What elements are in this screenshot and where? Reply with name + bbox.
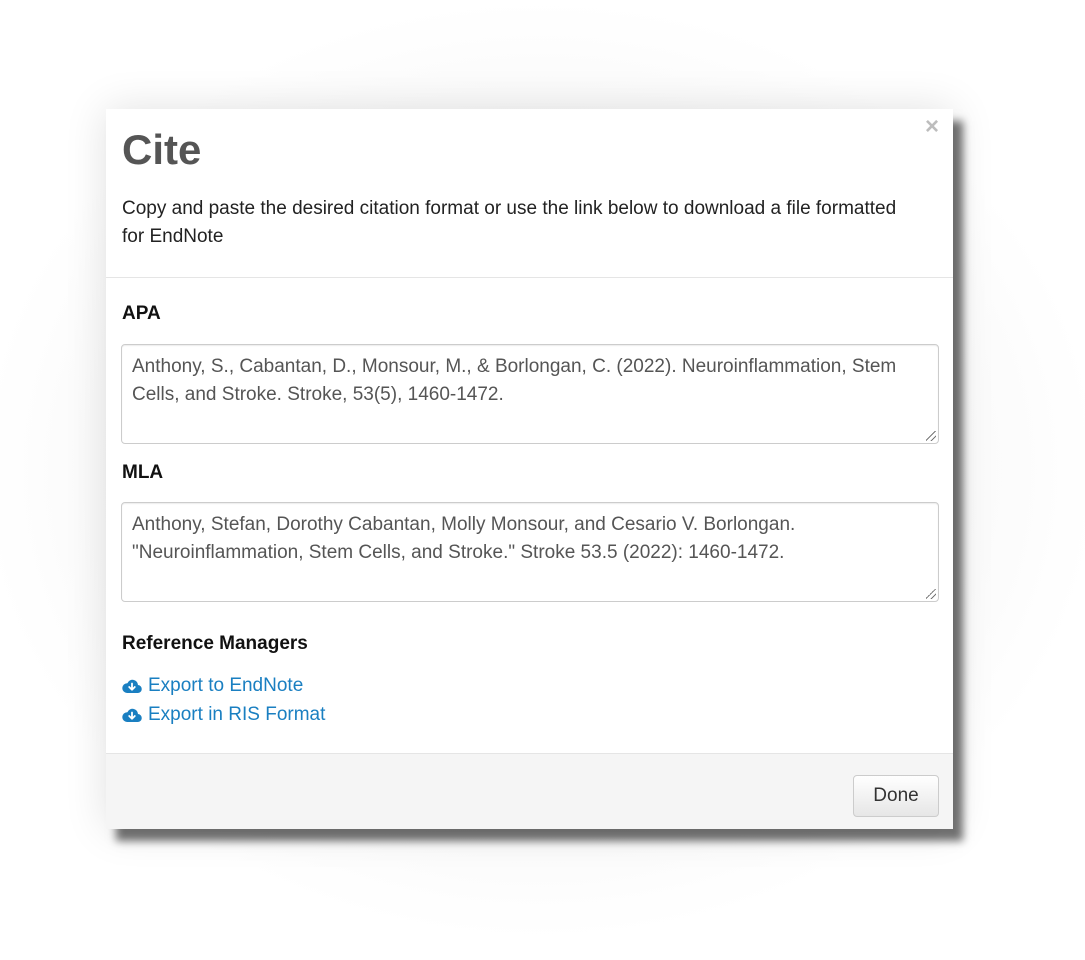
- modal-title: Cite: [122, 126, 202, 173]
- modal-header: × Cite Copy and paste the desired citati…: [106, 109, 953, 278]
- export-ris-link[interactable]: Export in RIS Format: [122, 704, 325, 726]
- modal-subtitle: Copy and paste the desired citation form…: [122, 198, 897, 247]
- mla-citation-textarea[interactable]: Anthony, Stefan, Dorothy Cabantan, Molly…: [121, 502, 939, 602]
- apa-label: APA: [122, 303, 161, 324]
- backdrop: × Cite Copy and paste the desired citati…: [0, 0, 1085, 960]
- done-button[interactable]: Done: [853, 775, 939, 817]
- cite-modal: × Cite Copy and paste the desired citati…: [106, 109, 953, 829]
- cloud-download-icon: [122, 708, 142, 723]
- export-endnote-label: Export to EndNote: [148, 675, 304, 696]
- export-endnote-link[interactable]: Export to EndNote: [122, 675, 303, 697]
- close-icon[interactable]: ×: [925, 115, 939, 139]
- apa-citation-text: Anthony, S., Cabantan, D., Monsour, M., …: [132, 356, 897, 405]
- reference-managers-heading: Reference Managers: [122, 633, 308, 654]
- export-ris-label: Export in RIS Format: [148, 704, 326, 725]
- modal-footer: Done: [106, 753, 953, 829]
- apa-citation-textarea[interactable]: Anthony, S., Cabantan, D., Monsour, M., …: [121, 344, 939, 444]
- mla-citation-text: Anthony, Stefan, Dorothy Cabantan, Molly…: [132, 514, 796, 563]
- cloud-download-icon: [122, 679, 142, 694]
- resize-handle-icon[interactable]: [926, 589, 936, 599]
- resize-handle-icon[interactable]: [926, 431, 936, 441]
- modal-body: APA Anthony, S., Cabantan, D., Monsour, …: [106, 278, 953, 753]
- mla-label: MLA: [122, 462, 164, 483]
